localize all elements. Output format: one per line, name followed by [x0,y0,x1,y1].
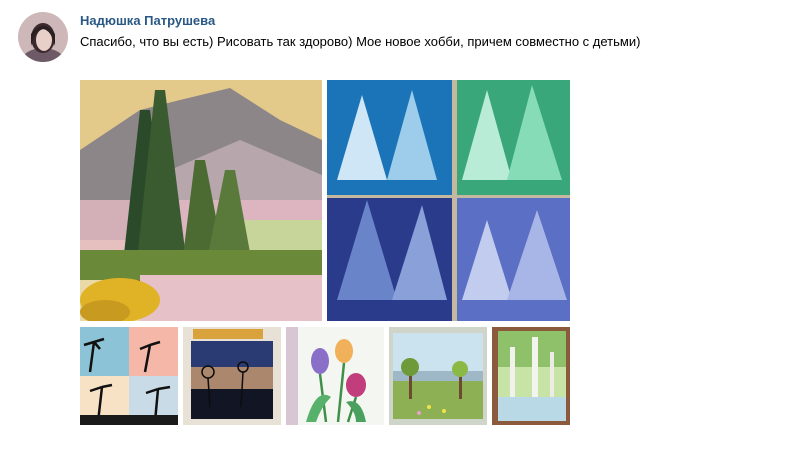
author-name-link[interactable]: Надюшка Патрушева [80,13,215,28]
post-text: Спасибо, что вы есть) Рисовать так здоро… [80,34,641,49]
post-photo-1[interactable] [80,80,322,321]
post-photo-3[interactable] [80,327,178,425]
author-avatar[interactable] [18,12,68,62]
wall-post: Надюшка Патрушева Спасибо, что вы есть) … [0,0,790,463]
post-photo-7[interactable] [492,327,570,425]
post-photo-4[interactable] [183,327,281,425]
post-photo-6[interactable] [389,327,487,425]
post-photo-2[interactable] [327,80,570,321]
post-photo-5[interactable] [286,327,384,425]
